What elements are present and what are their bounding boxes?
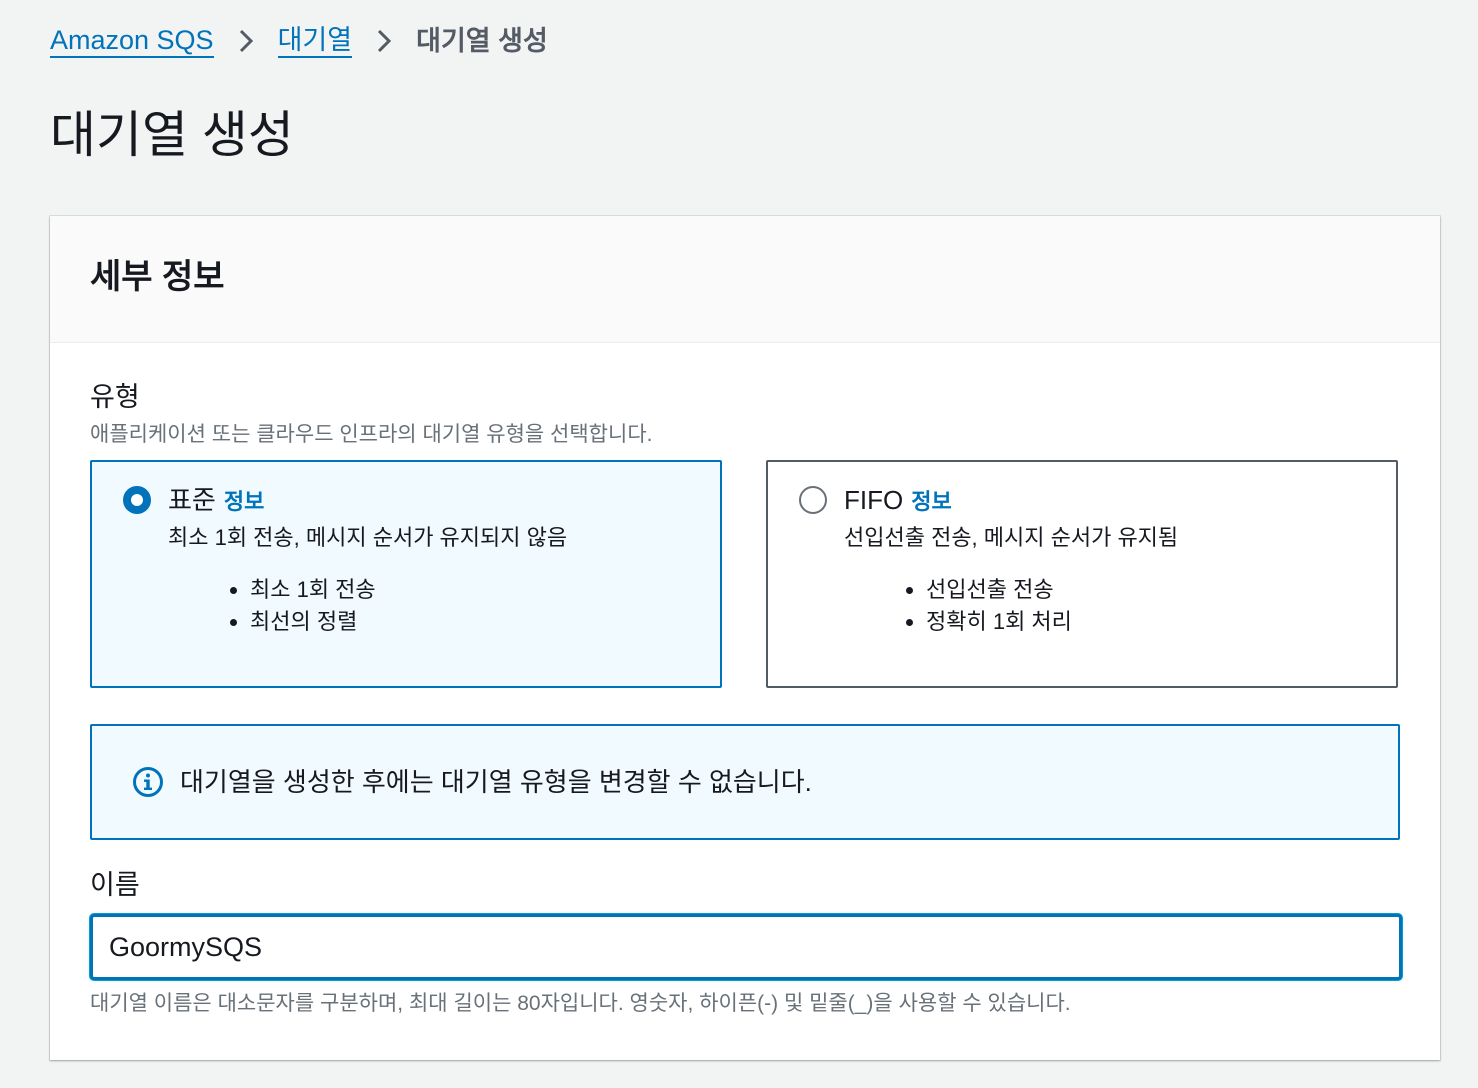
info-link-fifo[interactable]: 정보 (911, 489, 951, 514)
info-link-standard[interactable]: 정보 (224, 489, 264, 514)
chevron-right-icon (214, 28, 278, 54)
radio-title-standard: 표준 정보 (168, 482, 264, 520)
breadcrumb-link-amazon-sqs[interactable]: Amazon SQS (50, 24, 214, 58)
radio-description-fifo: 선입선출 전송, 메시지 순서가 유지됨 (844, 525, 1179, 550)
list-item: 정확히 1회 처리 (926, 606, 1072, 638)
type-label: 유형 (90, 382, 140, 412)
info-icon (132, 766, 164, 798)
list-item: 최소 1회 전송 (250, 574, 376, 606)
queue-type-fifo-card[interactable]: FIFO 정보 선입선출 전송, 메시지 순서가 유지됨 선입선출 전송 정확히 … (766, 460, 1398, 688)
radio-title-standard-label: 표준 (168, 485, 216, 515)
name-label: 이름 (90, 870, 140, 900)
queue-name-input[interactable] (90, 914, 1402, 980)
breadcrumb-current: 대기열 생성 (416, 26, 548, 56)
radio-title-fifo: FIFO 정보 (844, 482, 952, 520)
page-title: 대기열 생성 (50, 107, 294, 163)
radio-unselected-icon[interactable] (799, 486, 827, 514)
radio-selected-icon[interactable] (123, 486, 151, 514)
feature-list-standard: 최소 1회 전송 최선의 정렬 (228, 574, 376, 638)
details-panel: 세부 정보 유형 애플리케이션 또는 클라우드 인프라의 대기열 유형을 선택합… (50, 216, 1440, 1060)
info-alert: 대기열을 생성한 후에는 대기열 유형을 변경할 수 없습니다. (90, 724, 1400, 840)
alert-text: 대기열을 생성한 후에는 대기열 유형을 변경할 수 없습니다. (180, 767, 812, 797)
radio-title-fifo-label: FIFO (844, 485, 904, 515)
chevron-right-icon (352, 28, 416, 54)
list-item: 선입선출 전송 (926, 574, 1072, 606)
panel-title: 세부 정보 (90, 258, 225, 296)
radio-description-standard: 최소 1회 전송, 메시지 순서가 유지되지 않음 (168, 525, 568, 550)
name-constraint-text: 대기열 이름은 대소문자를 구분하며, 최대 길이는 80자입니다. 영숫자, … (90, 992, 1071, 1015)
breadcrumb: Amazon SQS 대기열 대기열 생성 (50, 20, 548, 62)
breadcrumb-link-queues[interactable]: 대기열 (277, 24, 353, 58)
queue-type-standard-card[interactable]: 표준 정보 최소 1회 전송, 메시지 순서가 유지되지 않음 최소 1회 전송 … (90, 460, 722, 688)
panel-header: 세부 정보 (50, 216, 1440, 343)
list-item: 최선의 정렬 (250, 606, 376, 638)
feature-list-fifo: 선입선출 전송 정확히 1회 처리 (904, 574, 1072, 638)
type-description: 애플리케이션 또는 클라우드 인프라의 대기열 유형을 선택합니다. (90, 423, 653, 446)
